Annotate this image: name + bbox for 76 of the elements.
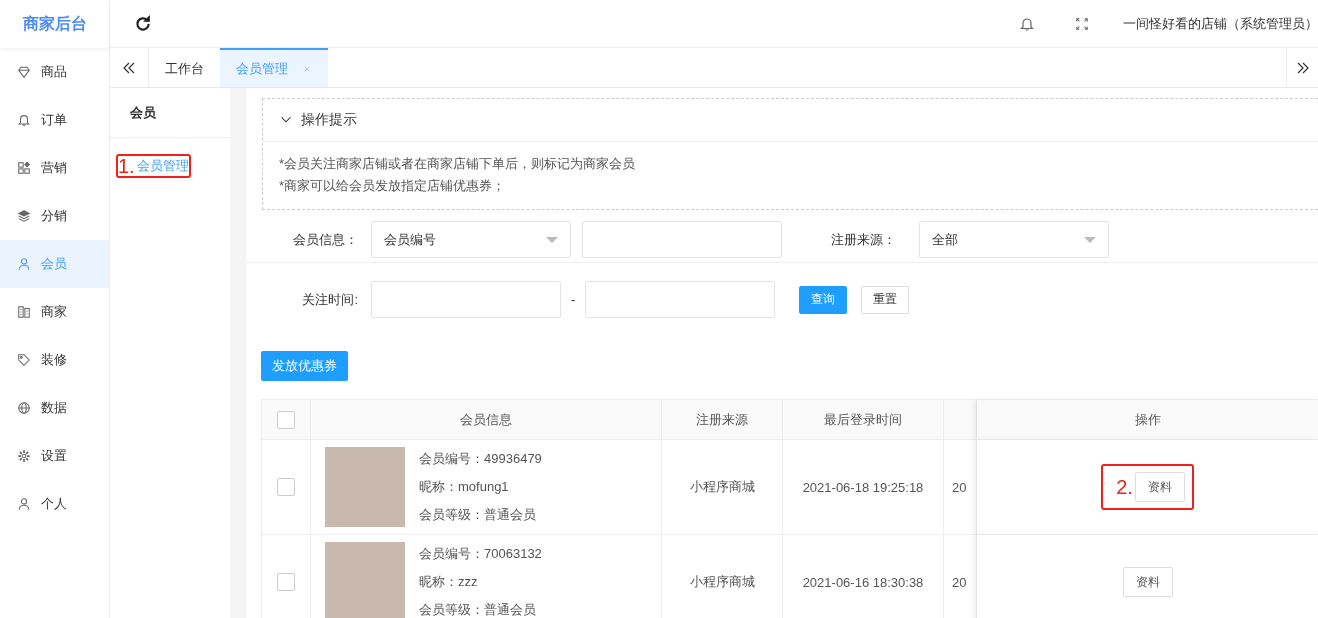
member-level: 会员等级：普通会员 <box>419 603 537 617</box>
page-tab[interactable]: 工作台 <box>149 48 220 87</box>
building-icon <box>17 305 31 319</box>
tab-label: 会员管理 <box>236 59 288 78</box>
caret-icon <box>1084 236 1096 243</box>
sidebar-item[interactable]: 设置 <box>0 432 109 480</box>
annotation-number: 1. <box>118 156 135 176</box>
select-field[interactable]: 全部 <box>919 221 1109 258</box>
diamond-icon <box>17 65 31 79</box>
input-field[interactable] <box>582 221 782 258</box>
bell-icon[interactable] <box>1019 15 1035 32</box>
globe-icon <box>17 401 31 415</box>
layers-icon <box>17 209 31 223</box>
tab-label: 工作台 <box>165 59 204 78</box>
member-level: 会员等级：普通会员 <box>419 508 537 522</box>
sidebar-item-label: 商品 <box>41 63 67 81</box>
tip-text: *会员关注商家店铺或者在商家店铺下单后，则标记为商家会员 <box>279 155 637 173</box>
user-icon <box>17 257 31 271</box>
sidebar-item[interactable]: 数据 <box>0 384 109 432</box>
field-label: 会员信息： <box>292 230 359 249</box>
profile-button[interactable]: 资料 <box>1122 567 1173 597</box>
annotation-number: 2. <box>1116 477 1133 497</box>
sidebar-item[interactable]: 装修 <box>0 336 109 384</box>
sidebar-item-label: 分销 <box>41 207 67 225</box>
tip-text: *商家可以给会员发放指定店铺优惠券； <box>279 177 507 195</box>
sidebar-item[interactable]: 个人 <box>0 480 109 528</box>
column-header: 最后登录时间 <box>783 400 944 440</box>
member-number: 会员编号：49936479 <box>419 452 542 466</box>
tag-icon <box>17 353 31 367</box>
select-value: 全部 <box>932 230 958 249</box>
range-separator: - <box>571 292 576 307</box>
tips-title: 操作提示 <box>301 111 357 129</box>
column-header: 会员信息 <box>311 400 662 440</box>
caret-icon <box>546 236 558 243</box>
bell-icon <box>17 113 31 127</box>
sidebar-item[interactable]: 商家 <box>0 288 109 336</box>
checkbox[interactable] <box>277 410 295 429</box>
member-number: 会员编号：70063132 <box>419 547 542 561</box>
sidebar-item[interactable]: 分销 <box>0 192 109 240</box>
date-input-field[interactable] <box>585 281 776 318</box>
sidebar-item-label: 营销 <box>41 159 67 177</box>
column-header: 操作 <box>977 400 1318 440</box>
gear-icon <box>17 449 31 463</box>
sidebar-item-label: 装修 <box>41 351 67 369</box>
date-input-field[interactable] <box>371 281 561 318</box>
sidebar-item[interactable]: 订单 <box>0 96 109 144</box>
user-icon <box>17 497 31 511</box>
member-nickname: 昵称：mofung1 <box>419 480 510 494</box>
table-cell: 20 <box>944 440 977 535</box>
sidebar-item-label: 设置 <box>41 447 67 465</box>
table-cell: 小程序商城 <box>662 440 783 535</box>
tips-header[interactable]: 操作提示 <box>263 99 1318 142</box>
reset-button[interactable]: 重置 <box>861 285 910 314</box>
profile-button[interactable]: 资料 <box>1134 472 1185 502</box>
store-user-name[interactable]: 一间怪好看的店铺（系统管理员） <box>1123 14 1318 33</box>
sidebar-item-label: 数据 <box>41 399 67 417</box>
select-field[interactable]: 会员编号 <box>371 221 571 258</box>
app-logo: 商家后台 <box>0 0 109 48</box>
fullscreen-icon[interactable] <box>1075 16 1089 31</box>
close-icon[interactable] <box>302 63 312 74</box>
column-header: 注册来源 <box>662 400 783 440</box>
sidebar-item-label: 订单 <box>41 111 67 129</box>
field-label: 关注时间: <box>301 290 359 309</box>
checkbox[interactable] <box>277 573 295 591</box>
grid-icon <box>17 161 31 175</box>
table-cell: 2021-06-18 19:25:18 <box>783 440 944 535</box>
sidebar-item-label: 个人 <box>41 495 67 513</box>
sidebar-item-label: 商家 <box>41 303 67 321</box>
field-label: 注册来源： <box>831 230 897 249</box>
member-nickname: 昵称：zzz <box>419 575 479 589</box>
sidebar-item[interactable]: 营销 <box>0 144 109 192</box>
refresh-icon[interactable] <box>134 14 152 33</box>
sidebar-item-label: 会员 <box>41 255 67 273</box>
select-value: 会员编号 <box>384 230 436 249</box>
sidebar-item[interactable]: 商品 <box>0 48 109 96</box>
checkbox[interactable] <box>277 478 295 496</box>
